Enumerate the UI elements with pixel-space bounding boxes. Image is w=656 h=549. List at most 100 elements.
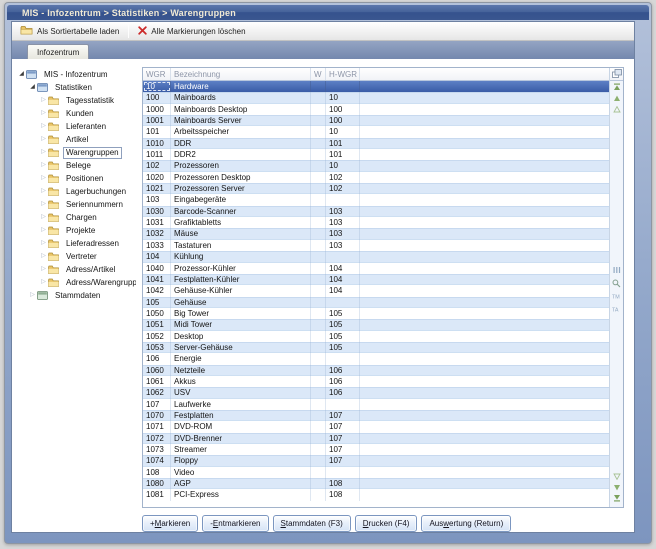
cell-w[interactable] [311, 285, 326, 296]
tree-item-lagerbuchungen[interactable]: ▷Lagerbuchungen [16, 185, 136, 198]
cell-wgr[interactable]: 1073 [143, 444, 171, 455]
cell-hwgr[interactable]: 105 [326, 331, 360, 342]
cell-bezeichnung[interactable]: Laufwerke [171, 399, 311, 410]
table-row[interactable]: 106Energie [143, 353, 609, 364]
tree-item-statistiken[interactable]: ◢ Statistiken [16, 81, 136, 94]
column-header-w[interactable]: W [311, 68, 326, 80]
expand-icon[interactable]: ▷ [39, 109, 48, 118]
cell-w[interactable] [311, 387, 326, 398]
clear-marks-button[interactable]: Alle Markierungen löschen [133, 23, 250, 39]
cell-bezeichnung[interactable]: Prozessoren [171, 160, 311, 171]
scroll-bottom-icon[interactable] [612, 494, 621, 502]
cell-w[interactable] [311, 376, 326, 387]
tree-item-warengruppen[interactable]: ▷ Warengruppen [16, 146, 136, 159]
cell-wgr[interactable]: 1010 [143, 138, 171, 149]
cell-hwgr[interactable]: 108 [326, 478, 360, 489]
cell-bezeichnung[interactable]: DVD-Brenner [171, 433, 311, 444]
cell-w[interactable] [311, 297, 326, 308]
print-button[interactable]: Drucken (F4) [355, 515, 418, 532]
cell-bezeichnung[interactable]: Mäuse [171, 228, 311, 239]
cell-w[interactable] [311, 251, 326, 262]
cell-hwgr[interactable]: 103 [326, 228, 360, 239]
tree-item-label[interactable]: Kunden [63, 108, 97, 120]
cell-hwgr[interactable]: 102 [326, 172, 360, 183]
cell-bezeichnung[interactable]: AGP [171, 478, 311, 489]
column-header-hwgr[interactable]: H-WGR [326, 68, 360, 80]
cell-hwgr[interactable]: 10 [326, 126, 360, 137]
tree-item-label[interactable]: Statistiken [52, 82, 95, 94]
cell-hwgr[interactable]: 102 [326, 183, 360, 194]
cell-hwgr[interactable]: 100 [326, 104, 360, 115]
cell-wgr[interactable]: 1050 [143, 308, 171, 319]
column-resize-icon[interactable] [612, 266, 621, 274]
cell-bezeichnung[interactable]: Festplatten [171, 410, 311, 421]
cell-bezeichnung[interactable]: Midi Tower [171, 319, 311, 330]
table-row[interactable]: 100Mainboards10 [143, 92, 609, 103]
cell-hwgr[interactable]: 105 [326, 342, 360, 353]
table-row[interactable]: 1042Gehäuse-Kühler104 [143, 285, 609, 296]
cell-w[interactable] [311, 342, 326, 353]
table-row[interactable]: 1001Mainboards Server100 [143, 115, 609, 126]
tree-item-label[interactable]: Belege [63, 160, 94, 172]
table-row[interactable]: 103Eingabegeräte [143, 194, 609, 205]
tree-item-label[interactable]: MIS - Infozentrum [41, 69, 111, 81]
tree-item-lieferadressen[interactable]: ▷Lieferadressen [16, 237, 136, 250]
tree-item-artikel[interactable]: ▷Artikel [16, 133, 136, 146]
tree-item-label[interactable]: Lieferanten [63, 121, 109, 133]
cell-w[interactable] [311, 160, 326, 171]
cell-wgr[interactable]: 1021 [143, 183, 171, 194]
cell-bezeichnung[interactable]: Hardware [171, 81, 311, 92]
cell-hwgr[interactable] [326, 81, 360, 92]
cell-w[interactable] [311, 489, 326, 500]
cell-hwgr[interactable]: 107 [326, 410, 360, 421]
cell-wgr[interactable]: 103 [143, 194, 171, 205]
table-row[interactable]: 1000Mainboards Desktop 100 [143, 104, 609, 115]
cell-wgr[interactable]: 1040 [143, 263, 171, 274]
expand-icon[interactable]: ▷ [28, 291, 37, 300]
expand-icon[interactable]: ▷ [39, 200, 48, 209]
table-row[interactable]: 1052Desktop105 [143, 331, 609, 342]
cell-w[interactable] [311, 183, 326, 194]
tree-item-label[interactable]: Projekte [63, 225, 98, 237]
cell-bezeichnung[interactable]: Energie [171, 353, 311, 364]
cell-w[interactable] [311, 138, 326, 149]
cell-w[interactable] [311, 410, 326, 421]
tree-item-adress-warengruppen[interactable]: ▷Adress/Warengruppen [16, 276, 136, 289]
table-row[interactable]: 102Prozessoren10 [143, 160, 609, 171]
table-row[interactable]: 1062USV106 [143, 387, 609, 398]
table-row[interactable]: 1010DDR101 [143, 138, 609, 149]
cell-w[interactable] [311, 172, 326, 183]
cell-wgr[interactable]: 1000 [143, 104, 171, 115]
cell-bezeichnung[interactable]: Mainboards Desktop [171, 104, 311, 115]
sort-tools-icon[interactable]: TA [612, 305, 621, 313]
cell-bezeichnung[interactable]: Floppy [171, 455, 311, 466]
tree-item-belege[interactable]: ▷Belege [16, 159, 136, 172]
cell-hwgr[interactable]: 10 [326, 160, 360, 171]
cell-w[interactable] [311, 455, 326, 466]
cell-wgr[interactable]: 108 [143, 467, 171, 478]
expand-icon[interactable]: ▷ [39, 148, 48, 157]
cell-w[interactable] [311, 353, 326, 364]
cell-w[interactable] [311, 92, 326, 103]
table-row[interactable]: 1074Floppy107 [143, 455, 609, 466]
cell-wgr[interactable]: 1053 [143, 342, 171, 353]
cell-wgr[interactable]: 1001 [143, 115, 171, 126]
tree-item-label[interactable]: Lagerbuchungen [63, 186, 129, 198]
cell-bezeichnung[interactable]: Tastaturen [171, 240, 311, 251]
tree-item-positionen[interactable]: ▷Positionen [16, 172, 136, 185]
cell-w[interactable] [311, 217, 326, 228]
tree-item-label[interactable]: Adress/Warengruppen [63, 277, 136, 289]
expand-icon[interactable]: ▷ [39, 96, 48, 105]
expand-icon[interactable]: ▷ [39, 135, 48, 144]
collapse-icon[interactable]: ◢ [28, 83, 37, 92]
cell-hwgr[interactable]: 104 [326, 263, 360, 274]
column-header-wgr[interactable]: WGR [143, 68, 171, 80]
cell-wgr[interactable]: 1070 [143, 410, 171, 421]
table-row[interactable]: 1020Prozessoren Desktop102 [143, 172, 609, 183]
tree-item-label[interactable]: Warengruppen [63, 147, 122, 159]
cell-bezeichnung[interactable]: DVD-ROM [171, 421, 311, 432]
cell-hwgr[interactable]: 103 [326, 240, 360, 251]
cell-bezeichnung[interactable]: Grafiktabletts [171, 217, 311, 228]
scroll-top-icon[interactable] [612, 83, 621, 91]
cell-hwgr[interactable]: 107 [326, 421, 360, 432]
